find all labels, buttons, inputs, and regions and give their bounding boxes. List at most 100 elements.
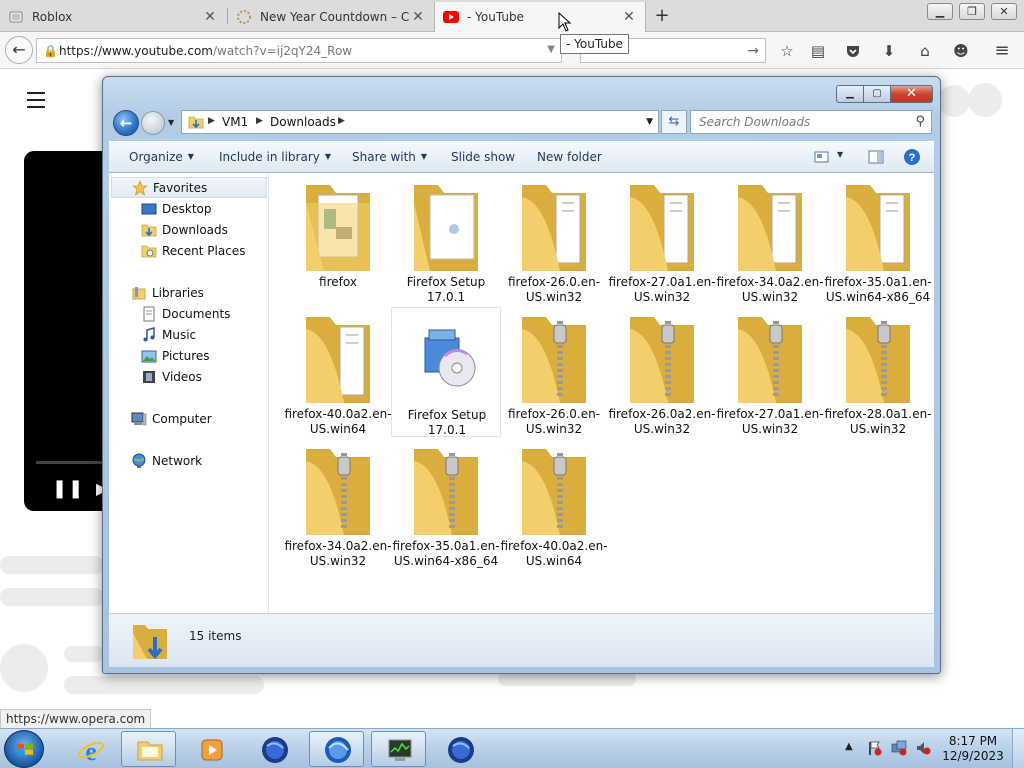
taskbar-internet-explorer[interactable]: e bbox=[62, 731, 117, 767]
network-status-icon[interactable] bbox=[891, 740, 907, 756]
breadcrumb-separator[interactable]: ▶ bbox=[256, 116, 263, 126]
tab-roblox[interactable]: Roblox ✕ bbox=[0, 2, 226, 31]
file-item-zip[interactable]: firefox-40.0a2.en-US.win64 bbox=[499, 439, 609, 569]
share-with-button[interactable]: Share with ▼ bbox=[352, 150, 427, 164]
taskbar-firefox-3[interactable] bbox=[432, 731, 487, 767]
nav-downloads[interactable]: Downloads bbox=[109, 219, 228, 240]
refresh-button[interactable]: ⇆ bbox=[661, 110, 687, 134]
file-item-folder[interactable]: firefox-34.0a2.en-US.win32 bbox=[715, 175, 825, 305]
taskbar-media-player[interactable] bbox=[183, 731, 238, 767]
file-item-folder[interactable]: firefox-27.0a1.en-US.win32 bbox=[607, 175, 717, 305]
downloads-folder-icon bbox=[141, 224, 157, 236]
organize-button[interactable]: Organize ▼ bbox=[129, 150, 194, 164]
home-icon[interactable]: ⌂ bbox=[915, 41, 935, 61]
show-desktop-button[interactable] bbox=[1012, 729, 1024, 768]
hamburger-menu-icon[interactable]: ≡ bbox=[992, 41, 1012, 61]
url-bar[interactable]: 🔒 https://www.youtube.com/watch?v=ij2qY2… bbox=[36, 38, 562, 63]
nav-label: Network bbox=[152, 453, 203, 468]
tab-tooltip: - YouTube bbox=[560, 34, 629, 54]
close-icon[interactable]: ✕ bbox=[621, 9, 637, 25]
close-icon[interactable]: ✕ bbox=[410, 9, 426, 25]
file-item-zip[interactable]: firefox-35.0a1.en-US.win64-x86_64 bbox=[391, 439, 501, 569]
change-view-icon[interactable] bbox=[813, 148, 831, 166]
tab-new-year-countdown[interactable]: New Year Countdown – Co ✕ bbox=[228, 2, 434, 31]
download-arrow-icon[interactable]: ⬇ bbox=[879, 41, 899, 61]
new-tab-button[interactable]: + bbox=[652, 6, 672, 26]
volume-muted-icon[interactable] bbox=[915, 740, 931, 756]
reading-list-icon[interactable]: ▤ bbox=[808, 41, 828, 61]
taskbar-task-manager[interactable] bbox=[371, 731, 426, 767]
recent-pages-chevron-icon[interactable]: ▼ bbox=[168, 118, 174, 127]
taskbar-explorer[interactable] bbox=[121, 731, 176, 767]
guide-menu-icon[interactable] bbox=[27, 92, 45, 113]
file-item-zip[interactable]: firefox-26.0a2.en-US.win32 bbox=[607, 307, 717, 437]
system-clock[interactable]: 8:17 PM 12/9/2023 bbox=[940, 734, 1006, 764]
close-window-button[interactable]: ✕ bbox=[991, 3, 1017, 20]
file-item-zip[interactable]: firefox-34.0a2.en-US.win32 bbox=[283, 439, 393, 569]
explorer-maximize-button[interactable]: ▢ bbox=[864, 85, 891, 103]
breadcrumb-separator[interactable]: ▶ bbox=[208, 116, 215, 126]
bookmark-star-icon[interactable]: ☆ bbox=[777, 41, 797, 61]
nav-desktop[interactable]: Desktop bbox=[109, 198, 212, 219]
file-item-installer[interactable]: Firefox Setup 17.0.1 bbox=[391, 307, 501, 437]
explorer-forward-button[interactable] bbox=[141, 111, 165, 135]
show-hidden-icons-chevron-icon[interactable]: ▲ bbox=[845, 741, 853, 752]
nav-favorites[interactable]: Favorites bbox=[111, 177, 267, 198]
restore-button[interactable]: ❐ bbox=[959, 3, 985, 20]
go-arrow-icon[interactable]: → bbox=[747, 43, 759, 59]
countdown-favicon-icon bbox=[236, 9, 252, 25]
nav-recent-places[interactable]: Recent Places bbox=[109, 240, 245, 261]
nav-pictures[interactable]: Pictures bbox=[109, 345, 210, 366]
view-options-chevron-icon[interactable]: ▼ bbox=[837, 150, 843, 159]
nav-documents[interactable]: Documents bbox=[109, 303, 230, 324]
recent-places-icon bbox=[141, 245, 157, 257]
file-item-zip[interactable]: firefox-26.0.en-US.win32 bbox=[499, 307, 609, 437]
address-bar[interactable]: ▶ VM1 ▶ Downloads ▶ ▼ bbox=[181, 110, 659, 134]
explorer-back-button[interactable]: ← bbox=[113, 110, 139, 136]
file-item-folder[interactable]: firefox-40.0a2.en-US.win64 bbox=[283, 307, 393, 437]
nav-music[interactable]: Music bbox=[109, 324, 196, 345]
nav-videos[interactable]: Videos bbox=[109, 366, 202, 387]
breadcrumb-vm1[interactable]: VM1 bbox=[222, 115, 248, 129]
file-name: firefox-34.0a2.en-US.win32 bbox=[716, 275, 824, 304]
file-item-folder[interactable]: firefox-26.0.en-US.win32 bbox=[499, 175, 609, 305]
new-folder-button[interactable]: New folder bbox=[537, 150, 602, 164]
close-icon[interactable]: ✕ bbox=[202, 9, 218, 25]
file-name: firefox-27.0a1.en-US.win32 bbox=[716, 407, 824, 436]
file-item-folder[interactable]: firefox-35.0a1.en-US.win64-x86_64 bbox=[823, 175, 933, 305]
pause-icon[interactable]: ❚❚ bbox=[52, 478, 84, 499]
help-icon[interactable]: ? bbox=[903, 148, 921, 166]
nav-computer[interactable]: Computer bbox=[109, 408, 212, 429]
search-downloads-input[interactable]: Search Downloads ⚲ bbox=[690, 110, 932, 134]
minimize-button[interactable]: ▁ bbox=[927, 3, 953, 20]
feedback-smiley-icon[interactable]: ☻ bbox=[951, 41, 971, 61]
chevron-down-icon[interactable]: ▼ bbox=[646, 117, 653, 127]
explorer-minimize-button[interactable]: ▁ bbox=[836, 85, 864, 103]
tab-label: New Year Countdown – Co bbox=[260, 9, 410, 24]
film-strip-icon bbox=[143, 370, 155, 383]
video-player[interactable]: ❚❚ ▶ bbox=[24, 151, 114, 511]
file-item-folder[interactable]: Firefox Setup 17.0.1 bbox=[391, 175, 501, 305]
explorer-window[interactable]: ▁ ▢ ✕ ← ▼ ▶ VM1 ▶ Downloads ▶ ▼ ⇆ Search… bbox=[102, 76, 941, 674]
chevron-down-icon[interactable]: ▼ bbox=[547, 44, 555, 55]
tab-youtube[interactable]: - YouTube ✕ bbox=[434, 2, 646, 32]
taskbar-firefox-2[interactable] bbox=[309, 731, 364, 767]
nav-libraries[interactable]: Libraries bbox=[109, 282, 204, 303]
breadcrumb-downloads[interactable]: Downloads bbox=[270, 115, 336, 129]
action-center-flag-icon[interactable] bbox=[866, 740, 882, 756]
include-in-library-button[interactable]: Include in library ▼ bbox=[219, 150, 331, 164]
pocket-icon[interactable] bbox=[843, 41, 863, 61]
file-item-folder[interactable]: firefox bbox=[283, 175, 393, 305]
breadcrumb-separator[interactable]: ▶ bbox=[338, 116, 345, 126]
youtube-favicon-icon bbox=[443, 9, 459, 25]
slide-show-button[interactable]: Slide show bbox=[451, 150, 515, 164]
start-button[interactable] bbox=[4, 730, 44, 768]
file-item-zip[interactable]: firefox-27.0a1.en-US.win32 bbox=[715, 307, 825, 437]
taskbar-firefox-1[interactable] bbox=[246, 731, 301, 767]
explorer-close-button[interactable]: ✕ bbox=[891, 85, 933, 103]
file-item-zip[interactable]: firefox-28.0a1.en-US.win32 bbox=[823, 307, 933, 437]
nav-label: Music bbox=[162, 327, 197, 342]
nav-network[interactable]: Network bbox=[109, 450, 202, 471]
preview-pane-icon[interactable] bbox=[867, 148, 885, 166]
back-button[interactable]: ← bbox=[5, 36, 33, 64]
